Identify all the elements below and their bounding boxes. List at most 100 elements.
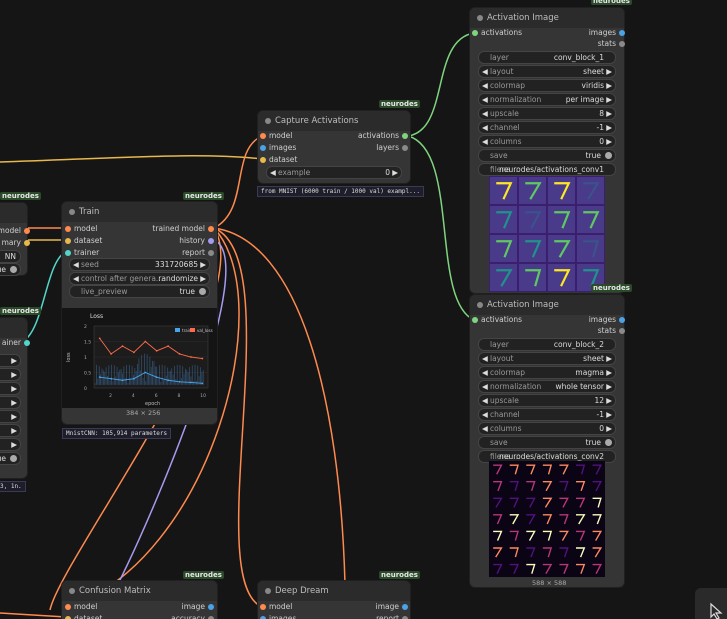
node-badge: neurodes — [183, 571, 224, 579]
output-image[interactable]: image — [376, 602, 408, 612]
output-report[interactable]: report — [182, 248, 214, 258]
input-model[interactable]: model — [65, 224, 97, 234]
widget-left-7[interactable]: ▶ — [0, 438, 21, 451]
act1-widget-save[interactable]: save true — [478, 149, 616, 162]
output-history[interactable]: history — [179, 236, 214, 246]
collapse-dot[interactable] — [69, 588, 75, 594]
output-image[interactable]: image — [182, 602, 214, 612]
toggle-left-bottom[interactable]: true — [0, 452, 21, 465]
output-report[interactable]: report — [376, 614, 408, 619]
act1-widget-upscale[interactable]: ◀ upscale 8 ▶ — [478, 107, 616, 120]
node-capture-activations[interactable]: Capture Activations model images dataset… — [258, 111, 410, 183]
input-model[interactable]: model — [65, 602, 97, 612]
input-model[interactable]: model — [260, 131, 292, 141]
sheet-tile — [548, 206, 575, 233]
node-graph-canvas[interactable]: model mary NN true neurodes ainer ▶ ▶ ▶ … — [0, 0, 727, 619]
output-trainer[interactable]: ainer — [2, 338, 30, 348]
sheet-tile — [577, 177, 604, 204]
widget-left-5[interactable]: ▶ — [0, 410, 21, 423]
output-stats[interactable]: stats — [598, 326, 625, 336]
input-dataset[interactable]: dataset — [260, 155, 297, 165]
control-after-generate-combo[interactable]: ◀ control after genera... randomize ▶ — [69, 272, 210, 285]
node-activation-image-1[interactable]: Activation Image activations images stat… — [470, 8, 625, 293]
wire-model-dream-1 — [213, 227, 346, 585]
sheet-tile — [490, 235, 517, 262]
input-images[interactable]: images — [260, 614, 296, 619]
node-title-bar[interactable]: Train — [62, 202, 217, 222]
act1-widget-normalization[interactable]: ◀ normalization per image ▶ — [478, 93, 616, 106]
collapse-dot[interactable] — [265, 118, 271, 124]
data-point-val_loss — [110, 353, 112, 355]
output-accuracy[interactable]: accuracy — [171, 614, 214, 619]
act1-widget-columns[interactable]: ◀ columns 0 ▶ — [478, 135, 616, 148]
act2-widget-normalization[interactable]: ◀ normalization whole tensor ▶ — [478, 380, 616, 393]
collapse-dot[interactable] — [477, 15, 483, 21]
output-layers[interactable]: layers — [376, 143, 408, 153]
output-stats[interactable]: stats — [598, 39, 625, 49]
sheet-tile — [548, 235, 575, 262]
example-widget[interactable]: ◀ example 0 ▶ — [266, 166, 402, 179]
node-title-bar[interactable]: Activation Image — [470, 295, 624, 315]
wire-model-capture — [213, 135, 263, 229]
act1-widget-layout[interactable]: ◀ layout sheet ▶ — [478, 65, 616, 78]
input-dataset[interactable]: dataset — [65, 236, 102, 246]
collapse-dot[interactable] — [265, 588, 271, 594]
act1-widget-layer[interactable]: layer conv_block_1 — [478, 51, 616, 64]
act2-widget-channel[interactable]: ◀ channel -1 ▶ — [478, 408, 616, 421]
output-trained-model[interactable]: trained model — [152, 224, 214, 234]
node-activation-image-2[interactable]: Activation Image activations images stat… — [470, 295, 625, 587]
node-title: Train — [79, 207, 100, 217]
partial-node-left-bottom[interactable]: ainer ▶ ▶ ▶ ▶ ▶ ▶ ▶ true — [0, 318, 30, 478]
seed-widget[interactable]: ◀ seed 331720685 ▶ — [69, 258, 210, 271]
input-images[interactable]: images — [260, 143, 296, 153]
toggle-left-top[interactable]: true — [0, 263, 21, 276]
node-title-bar[interactable]: Deep Dream — [258, 581, 410, 601]
widget-left-3[interactable]: ▶ — [0, 382, 21, 395]
input-activations[interactable]: activations — [472, 28, 522, 38]
act2-widget-colormap[interactable]: ◀ colormap magma ▶ — [478, 366, 616, 379]
live-preview-toggle[interactable]: live_preview true — [69, 285, 210, 298]
y-axis-label: loss — [66, 352, 72, 362]
act1-widget-colormap[interactable]: ◀ colormap viridis ▶ — [478, 79, 616, 92]
input-model[interactable]: model — [260, 602, 292, 612]
act2-widget-save[interactable]: save true — [478, 436, 616, 449]
node-title-bar[interactable]: Activation Image — [470, 8, 624, 28]
node-badge: neurodes — [379, 571, 420, 579]
node-title-bar[interactable]: Confusion Matrix — [62, 581, 217, 601]
widget-left-4[interactable]: ▶ — [0, 396, 21, 409]
collapse-dot[interactable] — [477, 302, 483, 308]
output-images[interactable]: images — [589, 315, 625, 325]
node-deep-dream[interactable]: Deep Dream model images image report — [258, 581, 410, 619]
node-train[interactable]: Train model dataset trainer trained mode… — [62, 202, 217, 424]
canvas-tool-button[interactable] — [695, 588, 727, 619]
act2-widget-upscale[interactable]: ◀ upscale 12 ▶ — [478, 394, 616, 407]
node-badge: neurodes — [183, 192, 224, 200]
widget-left-6[interactable]: ▶ — [0, 424, 21, 437]
input-trainer[interactable]: trainer — [65, 248, 99, 258]
node-title-bar[interactable]: Capture Activations — [258, 111, 410, 131]
node-title: Activation Image — [487, 300, 559, 310]
output-activations[interactable]: activations — [358, 131, 408, 141]
act1-widget-channel[interactable]: ◀ channel -1 ▶ — [478, 121, 616, 134]
output-model[interactable]: model — [0, 226, 30, 236]
act1-widget-filena[interactable]: filena ... neurodes/activations_conv1 — [478, 163, 616, 176]
collapse-dot[interactable] — [69, 209, 75, 215]
output-summary[interactable]: mary — [2, 238, 30, 248]
input-activations[interactable]: activations — [472, 315, 522, 325]
act2-widget-layout[interactable]: ◀ layout sheet ▶ — [478, 352, 616, 365]
act2-widget-layer[interactable]: layer conv_block_2 — [478, 338, 616, 351]
x-axis-label: epoch — [145, 401, 160, 407]
widget-left-1[interactable]: ▶ — [0, 354, 21, 367]
widget-left-2[interactable]: ▶ — [0, 368, 21, 381]
act2-widget-columns[interactable]: ◀ columns 0 ▶ — [478, 422, 616, 435]
wire-activations-2 — [407, 135, 475, 321]
node-badge: neurodes — [591, 0, 632, 5]
sheet-tile — [519, 264, 546, 291]
node-title: Capture Activations — [275, 116, 359, 126]
image-dimensions: 588 × 588 — [532, 579, 567, 587]
node-confusion-matrix[interactable]: Confusion Matrix model dataset image acc… — [62, 581, 217, 619]
output-images[interactable]: images — [589, 28, 625, 38]
partial-node-left-top[interactable]: model mary NN true — [0, 203, 30, 276]
input-dataset[interactable]: dataset — [65, 614, 102, 619]
widget-cnn[interactable]: NN — [0, 250, 21, 263]
